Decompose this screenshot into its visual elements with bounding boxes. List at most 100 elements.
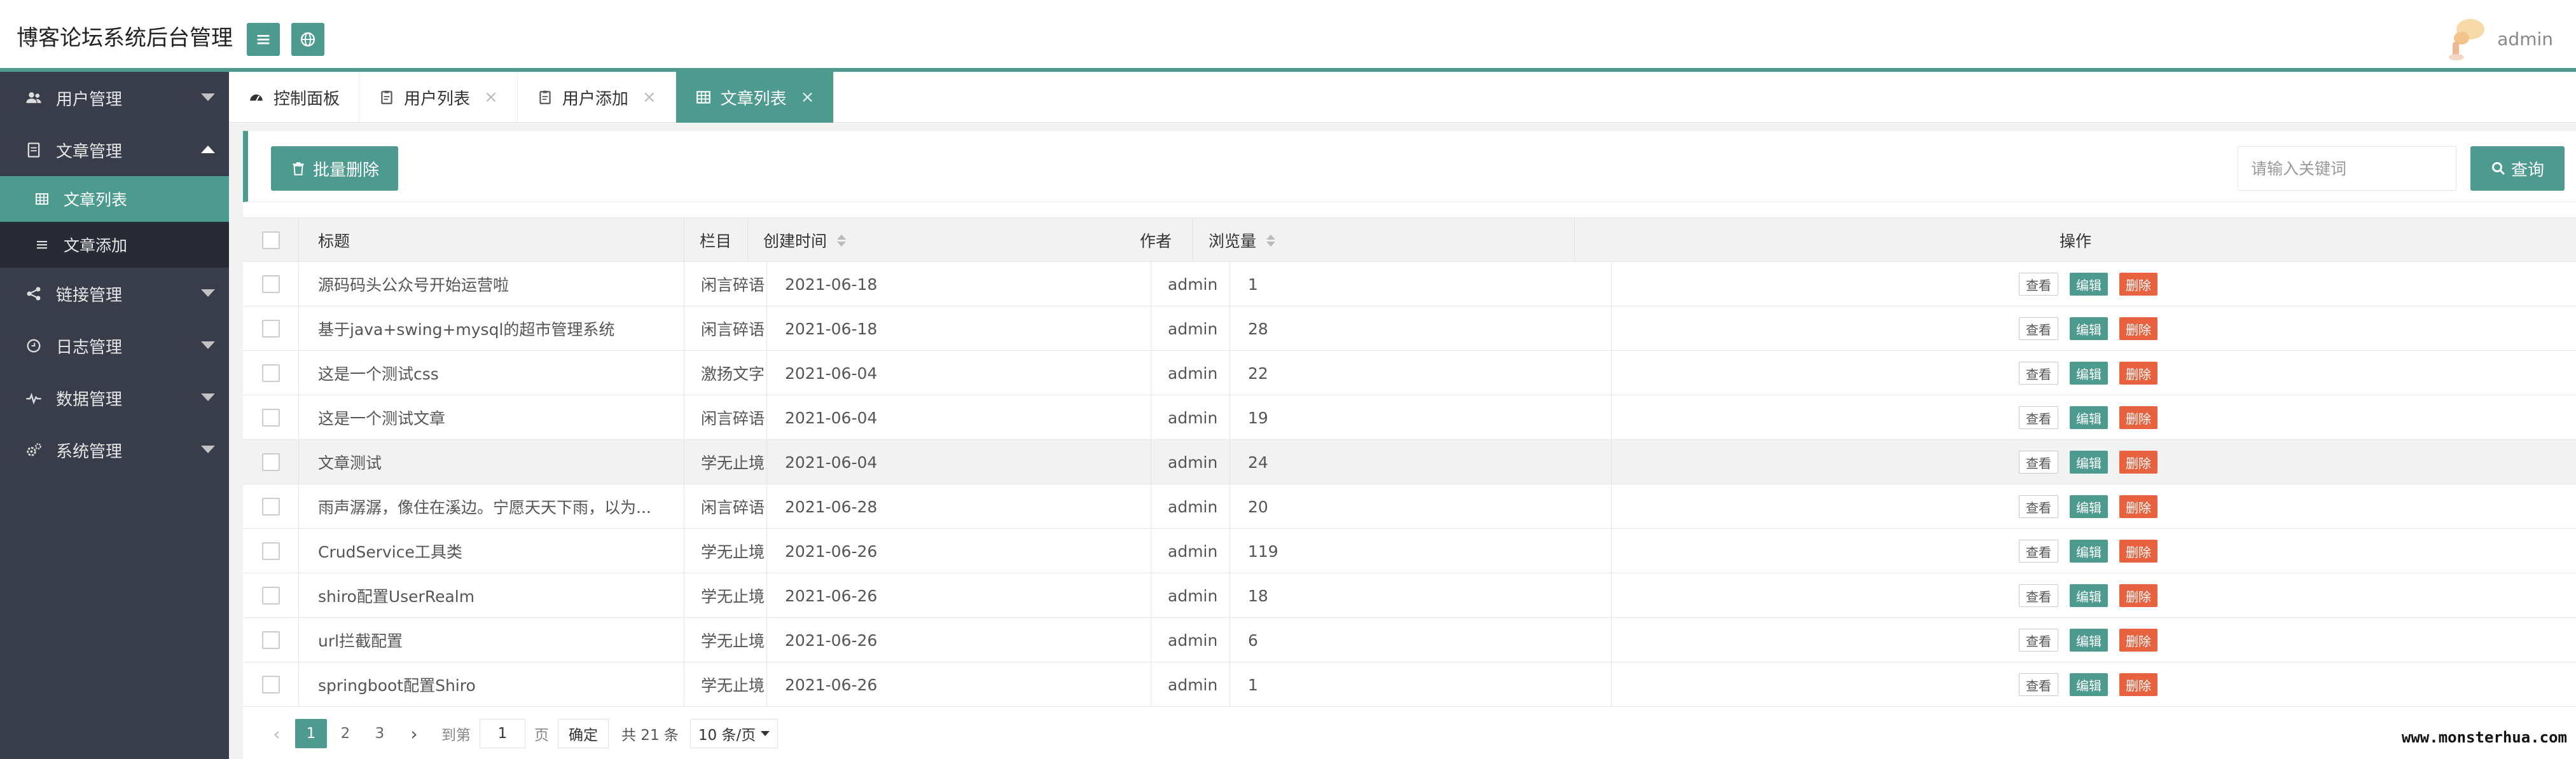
- row-checkbox[interactable]: [262, 631, 280, 649]
- delete-button[interactable]: 删除: [2119, 451, 2157, 474]
- edit-button[interactable]: 编辑: [2070, 584, 2108, 607]
- edit-button[interactable]: 编辑: [2070, 540, 2108, 563]
- sidebar-item-data[interactable]: 数据管理: [0, 372, 229, 424]
- table-row[interactable]: 文章测试 学无止境 2021-06-04 admin 24 查看 编辑 删除: [243, 440, 2576, 484]
- row-checkbox[interactable]: [262, 453, 280, 471]
- edit-button[interactable]: 编辑: [2070, 317, 2108, 340]
- table-row[interactable]: springboot配置Shiro 学无止境 2021-06-26 admin 1 查看编…: [243, 662, 2576, 707]
- user-menu[interactable]: admin: [2445, 17, 2553, 61]
- delete-button[interactable]: 删除: [2119, 584, 2157, 607]
- row-checkbox[interactable]: [262, 364, 280, 382]
- batch-delete-button[interactable]: 批量删除: [271, 146, 399, 191]
- sidebar-subitem-article-add[interactable]: 文章添加: [0, 222, 229, 268]
- delete-button[interactable]: 删除: [2119, 540, 2157, 563]
- edit-button[interactable]: 编辑: [2070, 362, 2108, 385]
- cell-column: 闲言碎语: [684, 262, 767, 306]
- sidebar-item-system[interactable]: 系统管理: [0, 424, 229, 476]
- delete-button[interactable]: 删除: [2119, 362, 2157, 385]
- view-button[interactable]: 查看: [2019, 629, 2058, 652]
- header-views[interactable]: 浏览量: [1193, 218, 1575, 263]
- cell-author: admin: [1151, 262, 1230, 306]
- page-2-button[interactable]: 2: [329, 719, 361, 748]
- cell-title: 基于java+swing+mysql的超市管理系统: [299, 306, 684, 351]
- select-all-checkbox[interactable]: [262, 231, 280, 249]
- header-created-label: 创建时间: [763, 232, 828, 250]
- table-row[interactable]: url拦截配置 学无止境 2021-06-26 admin 6 查看 编辑 删除: [243, 618, 2576, 662]
- delete-button[interactable]: 删除: [2119, 406, 2157, 429]
- row-checkbox[interactable]: [262, 498, 280, 516]
- menu-toggle-button[interactable]: [247, 23, 280, 56]
- view-button[interactable]: 查看: [2019, 673, 2058, 696]
- edit-button[interactable]: 编辑: [2070, 451, 2108, 474]
- row-checkbox[interactable]: [262, 676, 280, 694]
- sidebar-subitem-article-list[interactable]: 文章列表: [0, 176, 229, 222]
- prev-page-button[interactable]: ‹: [261, 719, 293, 748]
- table-row[interactable]: 基于java+swing+mysql的超市管理系统 闲言碎语 2021-06-18 a…: [243, 306, 2576, 351]
- row-checkbox[interactable]: [262, 409, 280, 427]
- header-title[interactable]: 标题: [299, 218, 684, 263]
- page-size-select[interactable]: 10 条/页: [689, 719, 779, 748]
- row-checkbox[interactable]: [262, 320, 280, 338]
- view-button[interactable]: 查看: [2019, 495, 2058, 518]
- row-checkbox[interactable]: [262, 542, 280, 560]
- row-checkbox[interactable]: [262, 587, 280, 605]
- next-page-button[interactable]: ›: [398, 719, 430, 748]
- page-3-button[interactable]: 3: [364, 719, 396, 748]
- chevron-up-icon: [201, 146, 215, 153]
- view-button[interactable]: 查看: [2019, 317, 2058, 340]
- cell-column: 学无止境: [684, 440, 767, 484]
- header-created[interactable]: 创建时间: [748, 218, 1125, 263]
- tab-article-list[interactable]: 文章列表 ×: [675, 72, 834, 123]
- view-button[interactable]: 查看: [2019, 406, 2058, 429]
- page-1-button[interactable]: 1: [295, 719, 327, 748]
- cell-column: 激扬文字: [684, 351, 767, 395]
- tab-dashboard[interactable]: 控制面板: [229, 72, 360, 123]
- table-row[interactable]: 源码码头公众号开始运营啦 闲言碎语 2021-06-18 admin 1 查看 编辑 删除: [243, 262, 2576, 306]
- table-toolbar: 批量删除 查询: [243, 131, 2576, 202]
- edit-button[interactable]: 编辑: [2070, 673, 2108, 696]
- search-input[interactable]: [2238, 146, 2456, 191]
- table-row[interactable]: 雨声潺潺，像住在溪边。宁愿天天下雨，以为... 闲言碎语 2021-06-28 adm…: [243, 484, 2576, 529]
- tab-user-add[interactable]: 用户添加 ×: [518, 72, 676, 123]
- sidebar-item-users[interactable]: 用户管理: [0, 72, 229, 124]
- goto-confirm-button[interactable]: 确定: [558, 719, 609, 748]
- sidebar: 用户管理 文章管理 文章列表 文章添加 链接管理 日志管理 数据管理 系统管理: [0, 72, 229, 759]
- sort-icon[interactable]: [837, 234, 847, 247]
- list-icon: [34, 236, 51, 253]
- globe-button[interactable]: [291, 23, 324, 56]
- sidebar-item-links[interactable]: 链接管理: [0, 268, 229, 320]
- cell-created: 2021-06-26: [767, 529, 1151, 573]
- edit-button[interactable]: 编辑: [2070, 629, 2108, 652]
- goto-page-input[interactable]: [480, 719, 525, 748]
- sort-icon[interactable]: [1266, 234, 1276, 247]
- header-author[interactable]: 作者: [1125, 218, 1193, 263]
- close-icon[interactable]: ×: [642, 88, 656, 107]
- view-button[interactable]: 查看: [2019, 584, 2058, 607]
- table-row[interactable]: shiro配置UserRealm 学无止境 2021-06-26 admin 18 查看编…: [243, 573, 2576, 618]
- delete-button[interactable]: 删除: [2119, 495, 2157, 518]
- view-button[interactable]: 查看: [2019, 451, 2058, 474]
- sidebar-item-logs[interactable]: 日志管理: [0, 320, 229, 372]
- search-button[interactable]: 查询: [2470, 146, 2565, 191]
- view-button[interactable]: 查看: [2019, 540, 2058, 563]
- close-icon[interactable]: ×: [484, 88, 498, 107]
- edit-button[interactable]: 编辑: [2070, 406, 2108, 429]
- delete-button[interactable]: 删除: [2119, 629, 2157, 652]
- delete-button[interactable]: 删除: [2119, 273, 2157, 296]
- view-button[interactable]: 查看: [2019, 362, 2058, 385]
- row-checkbox[interactable]: [262, 275, 280, 293]
- delete-button[interactable]: 删除: [2119, 673, 2157, 696]
- header-column[interactable]: 栏目: [684, 218, 748, 263]
- table-row[interactable]: 这是一个测试css 激扬文字 2021-06-04 admin 22 查看 编辑 删除: [243, 351, 2576, 395]
- close-icon[interactable]: ×: [801, 88, 815, 107]
- sidebar-item-articles[interactable]: 文章管理: [0, 124, 229, 176]
- tab-user-list[interactable]: 用户列表 ×: [359, 72, 518, 123]
- globe-icon: [300, 32, 315, 47]
- view-button[interactable]: 查看: [2019, 273, 2058, 296]
- delete-button[interactable]: 删除: [2119, 317, 2157, 340]
- edit-button[interactable]: 编辑: [2070, 495, 2108, 518]
- edit-button[interactable]: 编辑: [2070, 273, 2108, 296]
- chevron-down-icon: [201, 289, 215, 297]
- table-row[interactable]: 这是一个测试文章 闲言碎语 2021-06-04 admin 19 查看 编辑 删除: [243, 395, 2576, 440]
- table-row[interactable]: CrudService工具类 学无止境 2021-06-26 admin 119 查看 编辑…: [243, 529, 2576, 573]
